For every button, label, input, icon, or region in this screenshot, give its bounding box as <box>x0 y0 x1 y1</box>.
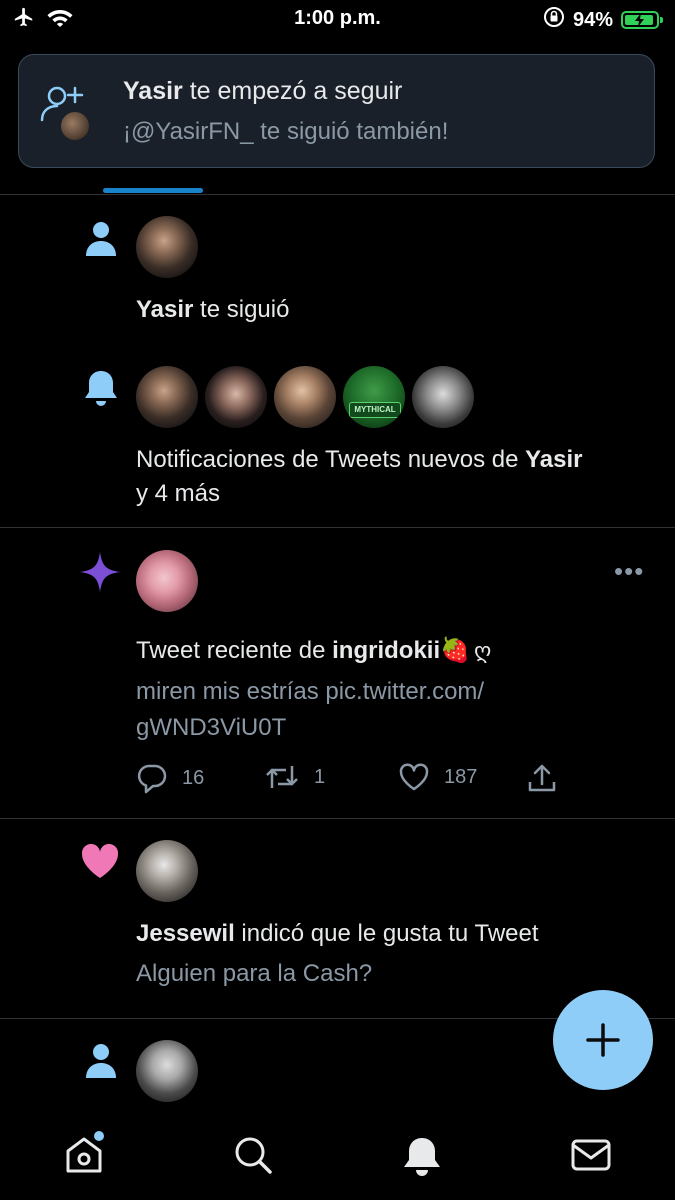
follow-toast-icon <box>39 80 101 142</box>
person-icon <box>86 222 116 256</box>
divider <box>0 194 675 195</box>
battery-charging-icon <box>621 11 663 29</box>
airplane-icon <box>12 6 36 34</box>
like-icon <box>399 763 429 791</box>
notifications-icon <box>403 1138 440 1176</box>
avatar[interactable] <box>136 840 198 902</box>
toast-title: Yasir te empezó a seguir <box>123 76 403 105</box>
reply-count: 16 <box>182 766 205 789</box>
nav-messages[interactable] <box>561 1125 621 1185</box>
tweet-body-line1[interactable]: miren mis estrías pic.twitter.com/ <box>136 678 484 706</box>
avatar[interactable] <box>205 366 267 428</box>
like-text: Jessewil indicó que le gusta tu Tweet <box>136 920 539 947</box>
wifi-icon <box>46 6 74 34</box>
like-button[interactable]: 187 <box>398 762 477 792</box>
reply-icon <box>137 764 167 794</box>
bell-icon <box>85 371 117 406</box>
more-options-icon[interactable]: ••• <box>614 556 644 587</box>
toast-subtitle: ¡@YasirFN_ te siguió también! <box>123 117 449 145</box>
plus-icon <box>586 1023 620 1057</box>
retweet-count: 1 <box>314 765 326 788</box>
tweet-alerts-text-line1: Notificaciones de Tweets nuevos de Yasir <box>136 446 583 473</box>
follow-toast[interactable]: Yasir te empezó a seguir ¡@YasirFN_ te s… <box>18 54 655 168</box>
recent-tweet-text: Tweet reciente de ingridokii🍓 ღ <box>136 637 492 664</box>
share-button[interactable] <box>526 762 558 794</box>
search-icon <box>235 1137 272 1174</box>
divider <box>0 527 675 528</box>
retweet-icon <box>266 766 298 788</box>
sparkle-icon <box>80 552 120 592</box>
orientation-lock-icon <box>543 6 565 34</box>
liked-tweet-text[interactable]: Alguien para la Cash? <box>136 960 372 988</box>
battery-percent: 94% <box>572 8 613 31</box>
bottom-nav <box>0 1110 675 1200</box>
nav-home[interactable] <box>54 1125 114 1185</box>
reply-button[interactable]: 16 <box>136 762 204 794</box>
nav-search[interactable] <box>223 1125 283 1185</box>
share-icon <box>528 764 556 792</box>
avatar-mythical[interactable]: MYTHICAL <box>343 366 405 428</box>
messages-icon <box>571 1139 611 1171</box>
retweet-button[interactable]: 1 <box>264 762 325 792</box>
decorative-glyph: ღ <box>474 638 492 663</box>
like-count: 187 <box>444 765 478 788</box>
tab-indicator <box>103 188 203 193</box>
avatar[interactable] <box>274 366 336 428</box>
status-bar: 1:00 p.m. 94% <box>0 0 675 40</box>
avatar[interactable] <box>136 366 198 428</box>
tweet-body-line2[interactable]: gWND3ViU0T <box>136 714 286 742</box>
tweet-alerts-text-line2: y 4 más <box>136 480 221 507</box>
follow-text: Yasir te siguió <box>136 296 290 323</box>
nav-notifications[interactable] <box>392 1125 452 1185</box>
heart-icon <box>81 843 119 878</box>
toast-avatar <box>59 110 91 142</box>
avatar[interactable] <box>136 550 198 612</box>
avatar[interactable] <box>412 366 474 428</box>
avatar-badge-text: MYTHICAL <box>349 402 401 418</box>
divider <box>0 818 675 819</box>
person-icon <box>86 1044 116 1078</box>
avatar[interactable] <box>136 216 198 278</box>
avatar[interactable] <box>136 1040 198 1102</box>
compose-tweet-button[interactable] <box>553 990 653 1090</box>
strawberry-emoji: 🍓 <box>440 637 471 664</box>
